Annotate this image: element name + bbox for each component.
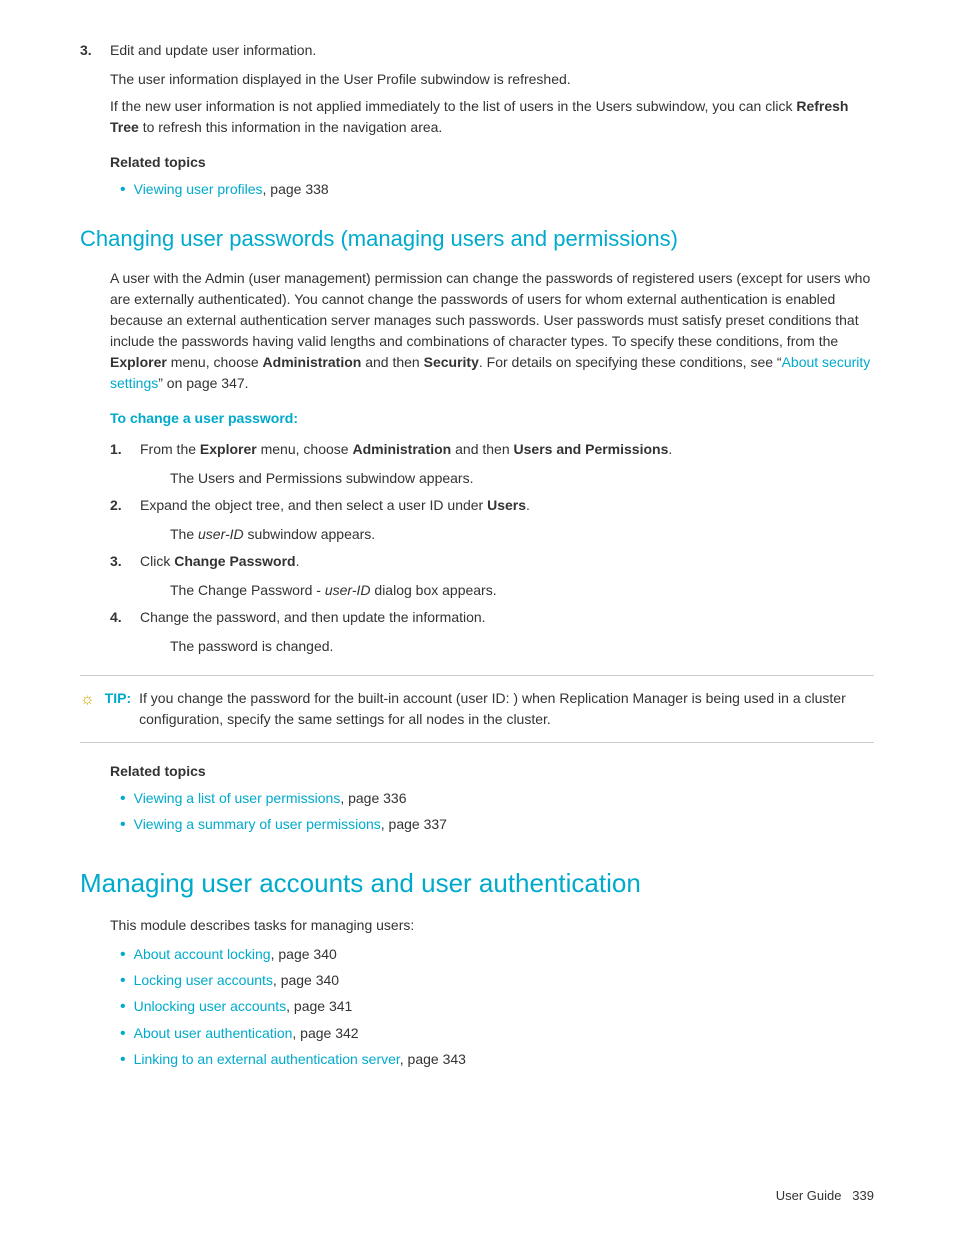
bullet-dot-1: • [120,788,126,810]
step3-number: 3. [80,40,110,61]
section1-related-link-1[interactable]: Viewing a list of user permissions [134,790,341,806]
intro-related-item-1: • Viewing user profiles, page 338 [120,179,874,201]
section1-step4: 4. Change the password, and then update … [110,607,874,628]
bullet-s2-1: • [120,944,126,966]
intro-step3: 3. Edit and update user information. [80,40,874,61]
section2-suffix-4: , page 342 [292,1025,358,1041]
section2-item-4: • About user authentication, page 342 [120,1023,874,1045]
users-bold-s2: Users [487,497,526,513]
section1-steps: 1. From the Explorer menu, choose Admini… [110,439,874,657]
section2-suffix-3: , page 341 [286,998,352,1014]
section1-step3: 3. Click Change Password. [110,551,874,572]
section2-intro-text: This module describes tasks for managing… [110,915,874,936]
step3-content-s1: Click Change Password. [140,551,874,572]
section2-link-5[interactable]: Linking to an external authentication se… [134,1051,400,1067]
step1-content: From the Explorer menu, choose Administr… [140,439,874,460]
explorer-bold-s1: Explorer [200,441,257,457]
step3-sub2: If the new user information is not appli… [110,96,874,138]
section1-step2: 2. Expand the object tree, and then sele… [110,495,874,516]
explorer-bold: Explorer [110,354,167,370]
step4-num: 4. [110,607,140,628]
section2-link-2[interactable]: Locking user accounts [134,972,273,988]
section2-suffix-5: , page 343 [400,1051,466,1067]
section1-body: A user with the Admin (user management) … [110,268,874,394]
tip-box: ☼ TIP: If you change the password for th… [80,675,874,743]
step2-sub: The user-ID subwindow appears. [170,524,874,545]
change-password-subheading: To change a user password: [110,408,874,429]
bullet-s2-2: • [120,970,126,992]
bullet-dot: • [120,179,126,201]
section2-item-2: • Locking user accounts, page 340 [120,970,874,992]
footer-page-number: 339 [852,1188,874,1203]
administration-bold-s1: Administration [352,441,451,457]
page-footer: User Guide 339 [776,1186,874,1206]
user-id-italic-1: user-ID [198,526,244,542]
section1-heading: Changing user passwords (managing users … [80,225,874,254]
intro-related-link-1[interactable]: Viewing user profiles [134,181,263,197]
users-permissions-bold: Users and Permissions [514,441,669,457]
section1-related-suffix-1: , page 336 [340,790,406,806]
bullet-s2-4: • [120,1023,126,1045]
tip-icon: ☼ [80,688,95,712]
section2-suffix-1: , page 340 [271,946,337,962]
section2-link-3[interactable]: Unlocking user accounts [134,998,287,1014]
step1-sub: The Users and Permissions subwindow appe… [170,468,874,489]
section2-intro: This module describes tasks for managing… [110,915,874,1072]
tip-content: If you change the password for the built… [139,688,874,730]
section1-related-topics: Related topics • Viewing a list of user … [110,761,874,837]
change-password-bold: Change Password [174,553,295,569]
administration-bold: Administration [263,354,362,370]
section2-item-1: • About account locking, page 340 [120,944,874,966]
section1-paragraph: A user with the Admin (user management) … [110,268,874,394]
section1-step1: 1. From the Explorer menu, choose Admini… [110,439,874,460]
step4-sub: The password is changed. [170,636,874,657]
step1-num: 1. [110,439,140,460]
step2-content: Expand the object tree, and then select … [140,495,874,516]
footer-label: User Guide [776,1188,842,1203]
intro-related-topics: Related topics • Viewing user profiles, … [110,152,874,201]
section1-related-item-1: • Viewing a list of user permissions, pa… [120,788,874,810]
intro-related-title: Related topics [110,152,874,173]
user-id-italic-2: user-ID [325,582,371,598]
section1-related-suffix-2: , page 337 [381,816,447,832]
step2-num: 2. [110,495,140,516]
bullet-dot-2: • [120,814,126,836]
section2-link-4[interactable]: About user authentication [134,1025,293,1041]
section2-item-3: • Unlocking user accounts, page 341 [120,996,874,1018]
security-bold: Security [424,354,479,370]
step3-sub-s1: The Change Password - user-ID dialog box… [170,580,874,601]
section2-link-1[interactable]: About account locking [134,946,271,962]
section2-suffix-2: , page 340 [273,972,339,988]
intro-related-suffix-1: , page 338 [263,181,329,197]
section1-related-item-2: • Viewing a summary of user permissions,… [120,814,874,836]
step4-content: Change the password, and then update the… [140,607,874,628]
step3-text: Edit and update user information. [110,42,316,58]
section2-heading: Managing user accounts and user authenti… [80,867,874,901]
step3-content: Edit and update user information. [110,40,874,61]
section1-related-title: Related topics [110,761,874,782]
bullet-s2-3: • [120,996,126,1018]
tip-label: TIP: [105,688,131,709]
section2-item-5: • Linking to an external authentication … [120,1049,874,1071]
step3-sub1: The user information displayed in the Us… [110,69,874,90]
step3-num-s1: 3. [110,551,140,572]
section1-related-link-2[interactable]: Viewing a summary of user permissions [134,816,381,832]
bullet-s2-5: • [120,1049,126,1071]
